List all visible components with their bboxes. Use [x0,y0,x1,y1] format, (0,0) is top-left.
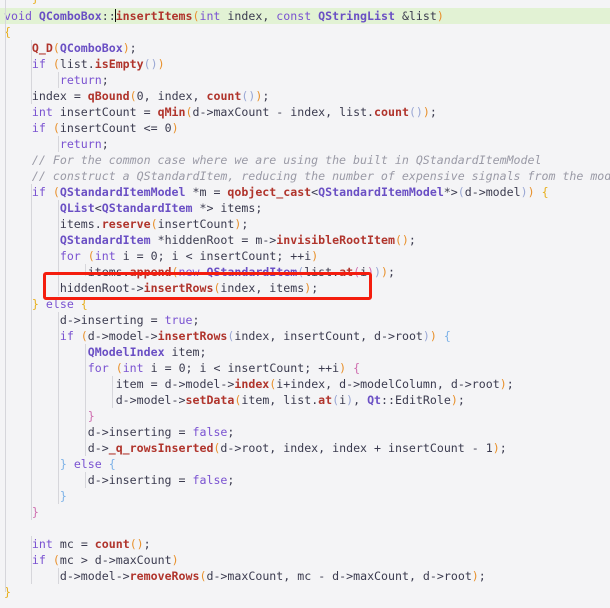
code-line-items-reserve: items.reserve(insertCount); [59,217,249,231]
code-line-close-for-2: } [87,409,95,423]
code-line-return-2: return; [59,137,109,151]
code-line-close-function: } [4,585,11,599]
code-line-else-1: } else { [31,297,88,311]
code-line-removerows: d->model->removeRows(d->maxCount, mc - d… [59,569,486,583]
code-line-rowsinserted: d->_q_rowsInserted(d->root, index, index… [87,441,507,455]
code-line-for-loop-1: for (int i = 0; i < insertCount; ++i) [59,249,319,263]
code-line-if-isempty: if (list.isEmpty()) [31,57,165,71]
code-line-qlist-items: QList<QStandardItem *> items; [59,201,263,215]
code-line-if-insertcount: if (insertCount <= 0) [31,121,179,135]
code-line-if-mc: if (mc > d->maxCount) [31,553,179,567]
code-line-hiddenroot-insertrows[interactable]: hiddenRoot->insertRows(index, items); [0,280,318,296]
code-line-qmodelindex: QModelIndex item; [87,345,207,359]
code-line-qd: Q_D(QComboBox); [31,41,137,55]
code-line-inserting-true: d->inserting = true; [59,313,200,327]
code-line-inserting-false-1: d->inserting = false; [87,425,235,439]
code-lines-container[interactable]: } void QComboBox::insertItems(int index,… [0,0,610,608]
code-line-return-1: return; [59,73,109,87]
code-line-for-loop-2: for (int i = 0; i < insertCount; ++i) { [87,361,361,375]
code-line-comment-1: // For the common case where we are usin… [31,153,542,167]
code-line-close-else-outer: } [31,505,39,519]
code-line-signature[interactable]: void QComboBox::insertItems(int index, c… [0,8,610,24]
code-line-item-index: item = d->model->index(i+index, d->model… [115,377,514,391]
code-line-insertcount: int insertCount = qMin(d->maxCount - ind… [31,105,437,119]
code-line-close-else-inner: } [59,489,67,503]
code-line-int-mc: int mc = count(); [31,537,151,551]
code-line-qbound: index = qBound(0, index, count()); [31,89,270,103]
code-line-partial-top: } [0,0,39,6]
code-line-items-append: items.append(new QStandardItem(list.at(i… [87,265,395,279]
code-line-hiddenroot-decl: QStandardItem *hiddenRoot = m->invisible… [59,233,416,247]
code-line-setdata: d->model->setData(item, list.at(i), Qt::… [115,393,465,407]
code-line-if-qsim: if (QStandardItemModel *m = qobject_cast… [31,185,549,199]
code-line-else-2: } else { [59,457,116,471]
code-line-inserting-false-2: d->inserting = false; [87,473,235,487]
code-line-if-model-insertrows: if (d->model->insertRows(index, insertCo… [59,329,451,343]
code-editor-view[interactable]: } void QComboBox::insertItems(int index,… [0,0,610,608]
code-line-comment-2: // construct a QStandardItem, reducing t… [31,169,610,183]
code-line-open-brace: { [4,25,11,39]
